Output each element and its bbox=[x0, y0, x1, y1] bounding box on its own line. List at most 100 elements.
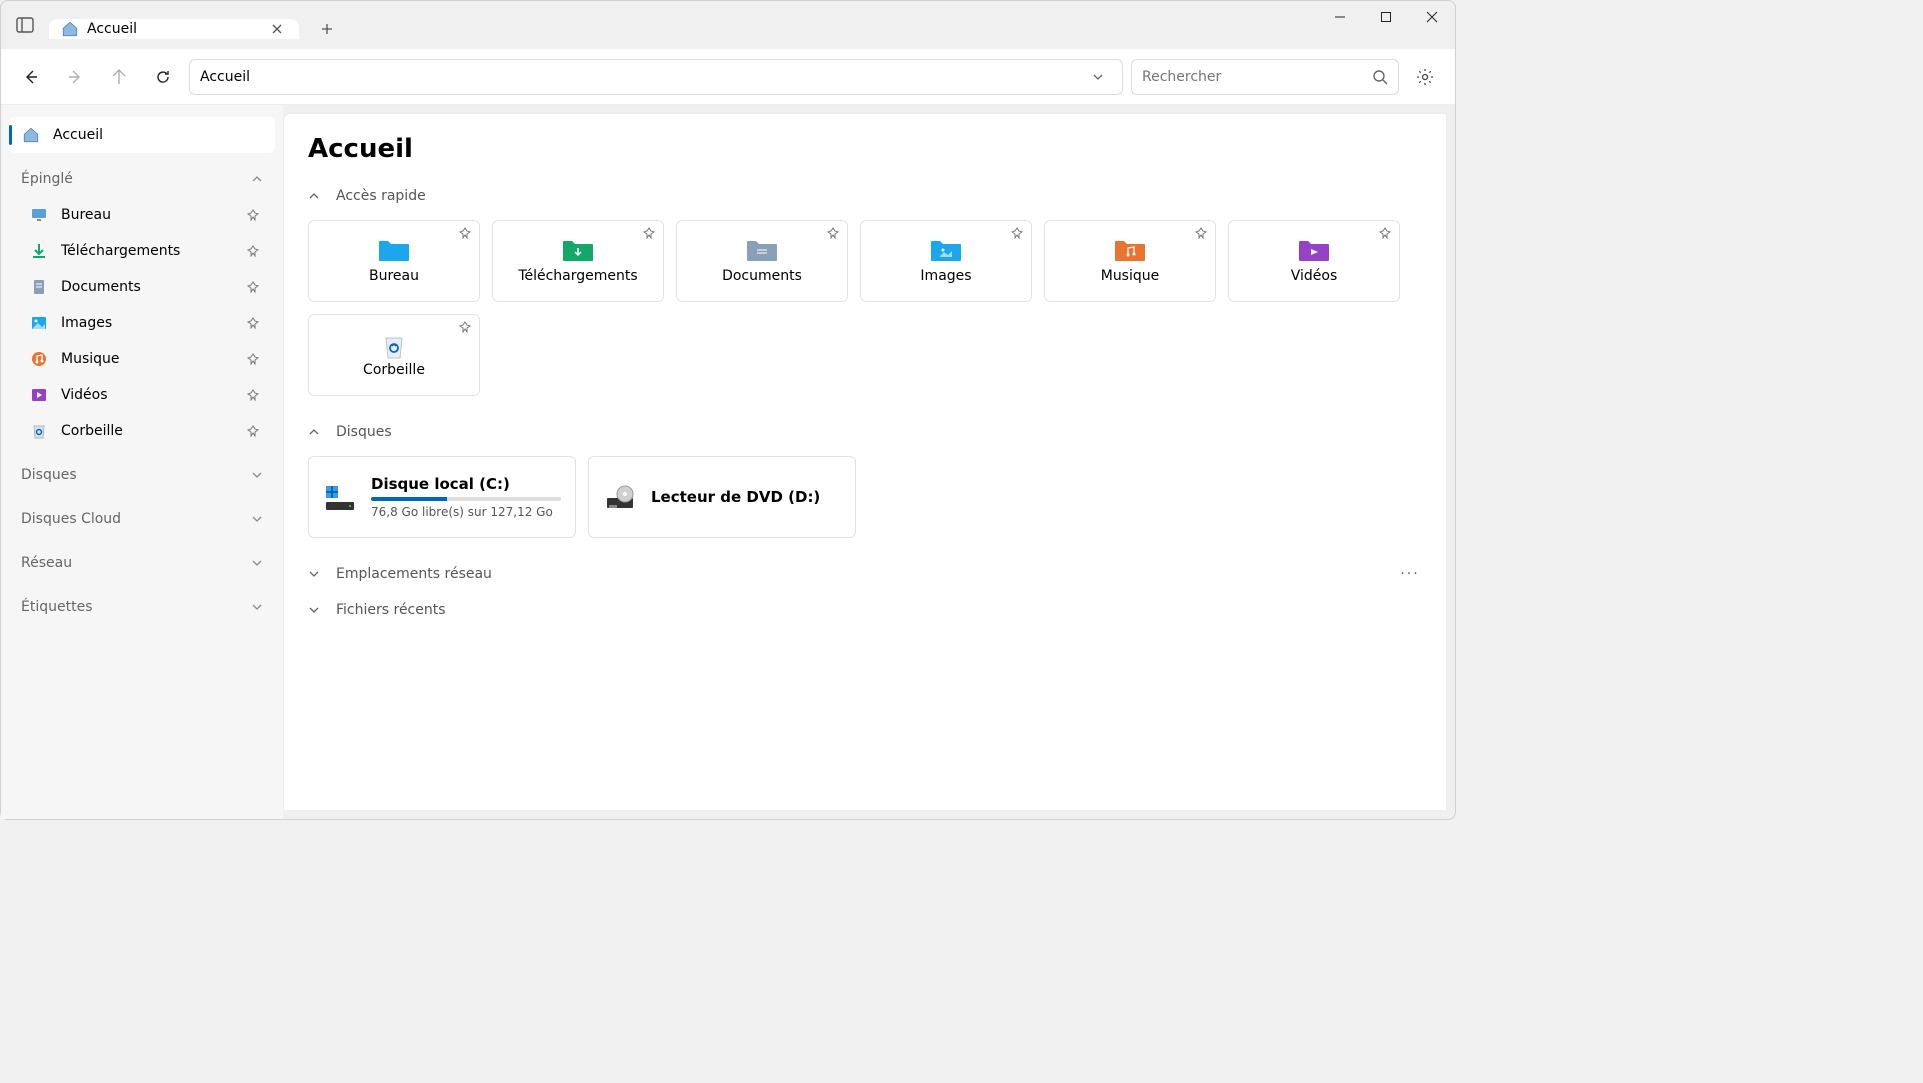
panel-icon bbox=[16, 16, 34, 34]
tile-label: Bureau bbox=[369, 268, 419, 284]
section-label: Accès rapide bbox=[336, 188, 426, 204]
sidebar-section[interactable]: Réseau bbox=[9, 545, 275, 581]
pin-icon[interactable] bbox=[247, 281, 263, 293]
titlebar-drag-area[interactable] bbox=[347, 1, 1317, 49]
sidebar-item-home[interactable]: Accueil bbox=[9, 117, 275, 153]
section-label: Emplacements réseau bbox=[336, 566, 492, 582]
sidebar-section-label: Disques bbox=[21, 467, 243, 483]
sidebar-toggle-button[interactable] bbox=[9, 9, 41, 41]
pin-icon[interactable] bbox=[247, 353, 263, 365]
forward-button[interactable] bbox=[57, 59, 93, 95]
drive-tile[interactable]: Disque local (C:)76,8 Go libre(s) sur 12… bbox=[308, 456, 576, 538]
section-label: Fichiers récents bbox=[336, 602, 446, 618]
pin-icon[interactable] bbox=[1195, 227, 1207, 239]
sidebar-section-pinned[interactable]: Épinglé bbox=[9, 161, 275, 197]
drives-grid: Disque local (C:)76,8 Go libre(s) sur 12… bbox=[308, 456, 1422, 538]
tab-title: Accueil bbox=[87, 21, 259, 37]
pin-icon[interactable] bbox=[247, 245, 263, 257]
folder-icon bbox=[1298, 238, 1330, 262]
close-window-button[interactable] bbox=[1409, 1, 1455, 33]
sidebar-item-documents[interactable]: Documents bbox=[17, 269, 275, 305]
quick-access-tile[interactable]: Corbeille bbox=[308, 314, 480, 396]
pin-icon[interactable] bbox=[247, 425, 263, 437]
pin-icon[interactable] bbox=[459, 321, 471, 333]
drive-title: Lecteur de DVD (D:) bbox=[651, 488, 841, 506]
back-button[interactable] bbox=[13, 59, 49, 95]
main-content: Accueil Accès rapide BureauTéléchargemen… bbox=[283, 113, 1447, 811]
pin-icon[interactable] bbox=[1011, 227, 1023, 239]
downloads-icon bbox=[29, 241, 49, 261]
close-icon bbox=[272, 24, 282, 34]
arrow-left-icon bbox=[23, 69, 39, 85]
sidebar-item-downloads[interactable]: Téléchargements bbox=[17, 233, 275, 269]
toolbar: Accueil bbox=[1, 49, 1455, 105]
section-header-network[interactable]: Emplacements réseau ··· bbox=[308, 566, 1422, 582]
section-header-drives[interactable]: Disques bbox=[308, 424, 1422, 440]
quick-access-tile[interactable]: Images bbox=[860, 220, 1032, 302]
sidebar-section[interactable]: Disques Cloud bbox=[9, 501, 275, 537]
chevron-down-icon bbox=[251, 513, 263, 525]
address-dropdown-button[interactable] bbox=[1092, 71, 1112, 83]
maximize-button[interactable] bbox=[1363, 1, 1409, 33]
chevron-down-icon bbox=[1092, 71, 1104, 83]
minimize-icon bbox=[1334, 11, 1346, 23]
sidebar-item-images[interactable]: Images bbox=[17, 305, 275, 341]
drive-icon bbox=[323, 480, 357, 514]
quick-access-tile[interactable]: Téléchargements bbox=[492, 220, 664, 302]
section-header-quick-access[interactable]: Accès rapide bbox=[308, 188, 1422, 204]
recycle-icon bbox=[29, 421, 49, 441]
up-button[interactable] bbox=[101, 59, 137, 95]
section-label: Disques bbox=[336, 424, 392, 440]
videos-icon bbox=[29, 385, 49, 405]
sidebar-item-videos[interactable]: Vidéos bbox=[17, 377, 275, 413]
refresh-button[interactable] bbox=[145, 59, 181, 95]
desktop-icon bbox=[29, 205, 49, 225]
chevron-down-icon bbox=[308, 604, 324, 616]
settings-button[interactable] bbox=[1407, 59, 1443, 95]
more-button[interactable]: ··· bbox=[1398, 566, 1422, 582]
sidebar-item-label: Images bbox=[61, 315, 235, 331]
drive-subtitle: 76,8 Go libre(s) sur 127,12 Go bbox=[371, 505, 561, 519]
refresh-icon bbox=[155, 69, 171, 85]
sidebar-section[interactable]: Disques bbox=[9, 457, 275, 493]
new-tab-button[interactable] bbox=[307, 23, 347, 35]
address-bar[interactable]: Accueil bbox=[189, 59, 1123, 95]
arrow-up-icon bbox=[111, 69, 127, 85]
folder-icon bbox=[746, 238, 778, 262]
section-header-recent[interactable]: Fichiers récents bbox=[308, 602, 1422, 618]
pin-icon[interactable] bbox=[247, 317, 263, 329]
sidebar-item-desktop[interactable]: Bureau bbox=[17, 197, 275, 233]
tab-close-button[interactable] bbox=[267, 19, 287, 39]
drive-tile[interactable]: Lecteur de DVD (D:) bbox=[588, 456, 856, 538]
chevron-down-icon bbox=[251, 469, 263, 481]
tab-home[interactable]: Accueil bbox=[49, 19, 299, 39]
sidebar-section-label: Étiquettes bbox=[21, 599, 243, 615]
quick-access-tile[interactable]: Vidéos bbox=[1228, 220, 1400, 302]
pin-icon[interactable] bbox=[459, 227, 471, 239]
pin-icon[interactable] bbox=[827, 227, 839, 239]
pin-icon[interactable] bbox=[247, 389, 263, 401]
body: Accueil Épinglé BureauTéléchargementsDoc… bbox=[1, 105, 1455, 819]
folder-icon bbox=[562, 238, 594, 262]
sidebar-item-music[interactable]: Musique bbox=[17, 341, 275, 377]
quick-access-tile[interactable]: Documents bbox=[676, 220, 848, 302]
drive-body: Lecteur de DVD (D:) bbox=[651, 488, 841, 506]
sidebar-item-label: Musique bbox=[61, 351, 235, 367]
search-bar[interactable] bbox=[1131, 59, 1399, 95]
sidebar: Accueil Épinglé BureauTéléchargementsDoc… bbox=[1, 105, 283, 819]
sidebar-pinned-list: BureauTéléchargementsDocuments Images Musi… bbox=[9, 197, 275, 449]
pin-icon[interactable] bbox=[643, 227, 655, 239]
search-input[interactable] bbox=[1142, 69, 1372, 85]
drive-body: Disque local (C:)76,8 Go libre(s) sur 12… bbox=[371, 475, 561, 519]
sidebar-section-label: Disques Cloud bbox=[21, 511, 243, 527]
sidebar-item-recycle[interactable]: Corbeille bbox=[17, 413, 275, 449]
quick-access-tile[interactable]: Musique bbox=[1044, 220, 1216, 302]
pin-icon[interactable] bbox=[1379, 227, 1391, 239]
minimize-button[interactable] bbox=[1317, 1, 1363, 33]
sidebar-section[interactable]: Étiquettes bbox=[9, 589, 275, 625]
sidebar-sections-list: Disques Disques Cloud Réseau Étiquettes bbox=[9, 457, 275, 625]
quick-access-tile[interactable]: Bureau bbox=[308, 220, 480, 302]
search-icon bbox=[1372, 69, 1388, 85]
pin-icon[interactable] bbox=[247, 209, 263, 221]
folder-icon bbox=[930, 238, 962, 262]
